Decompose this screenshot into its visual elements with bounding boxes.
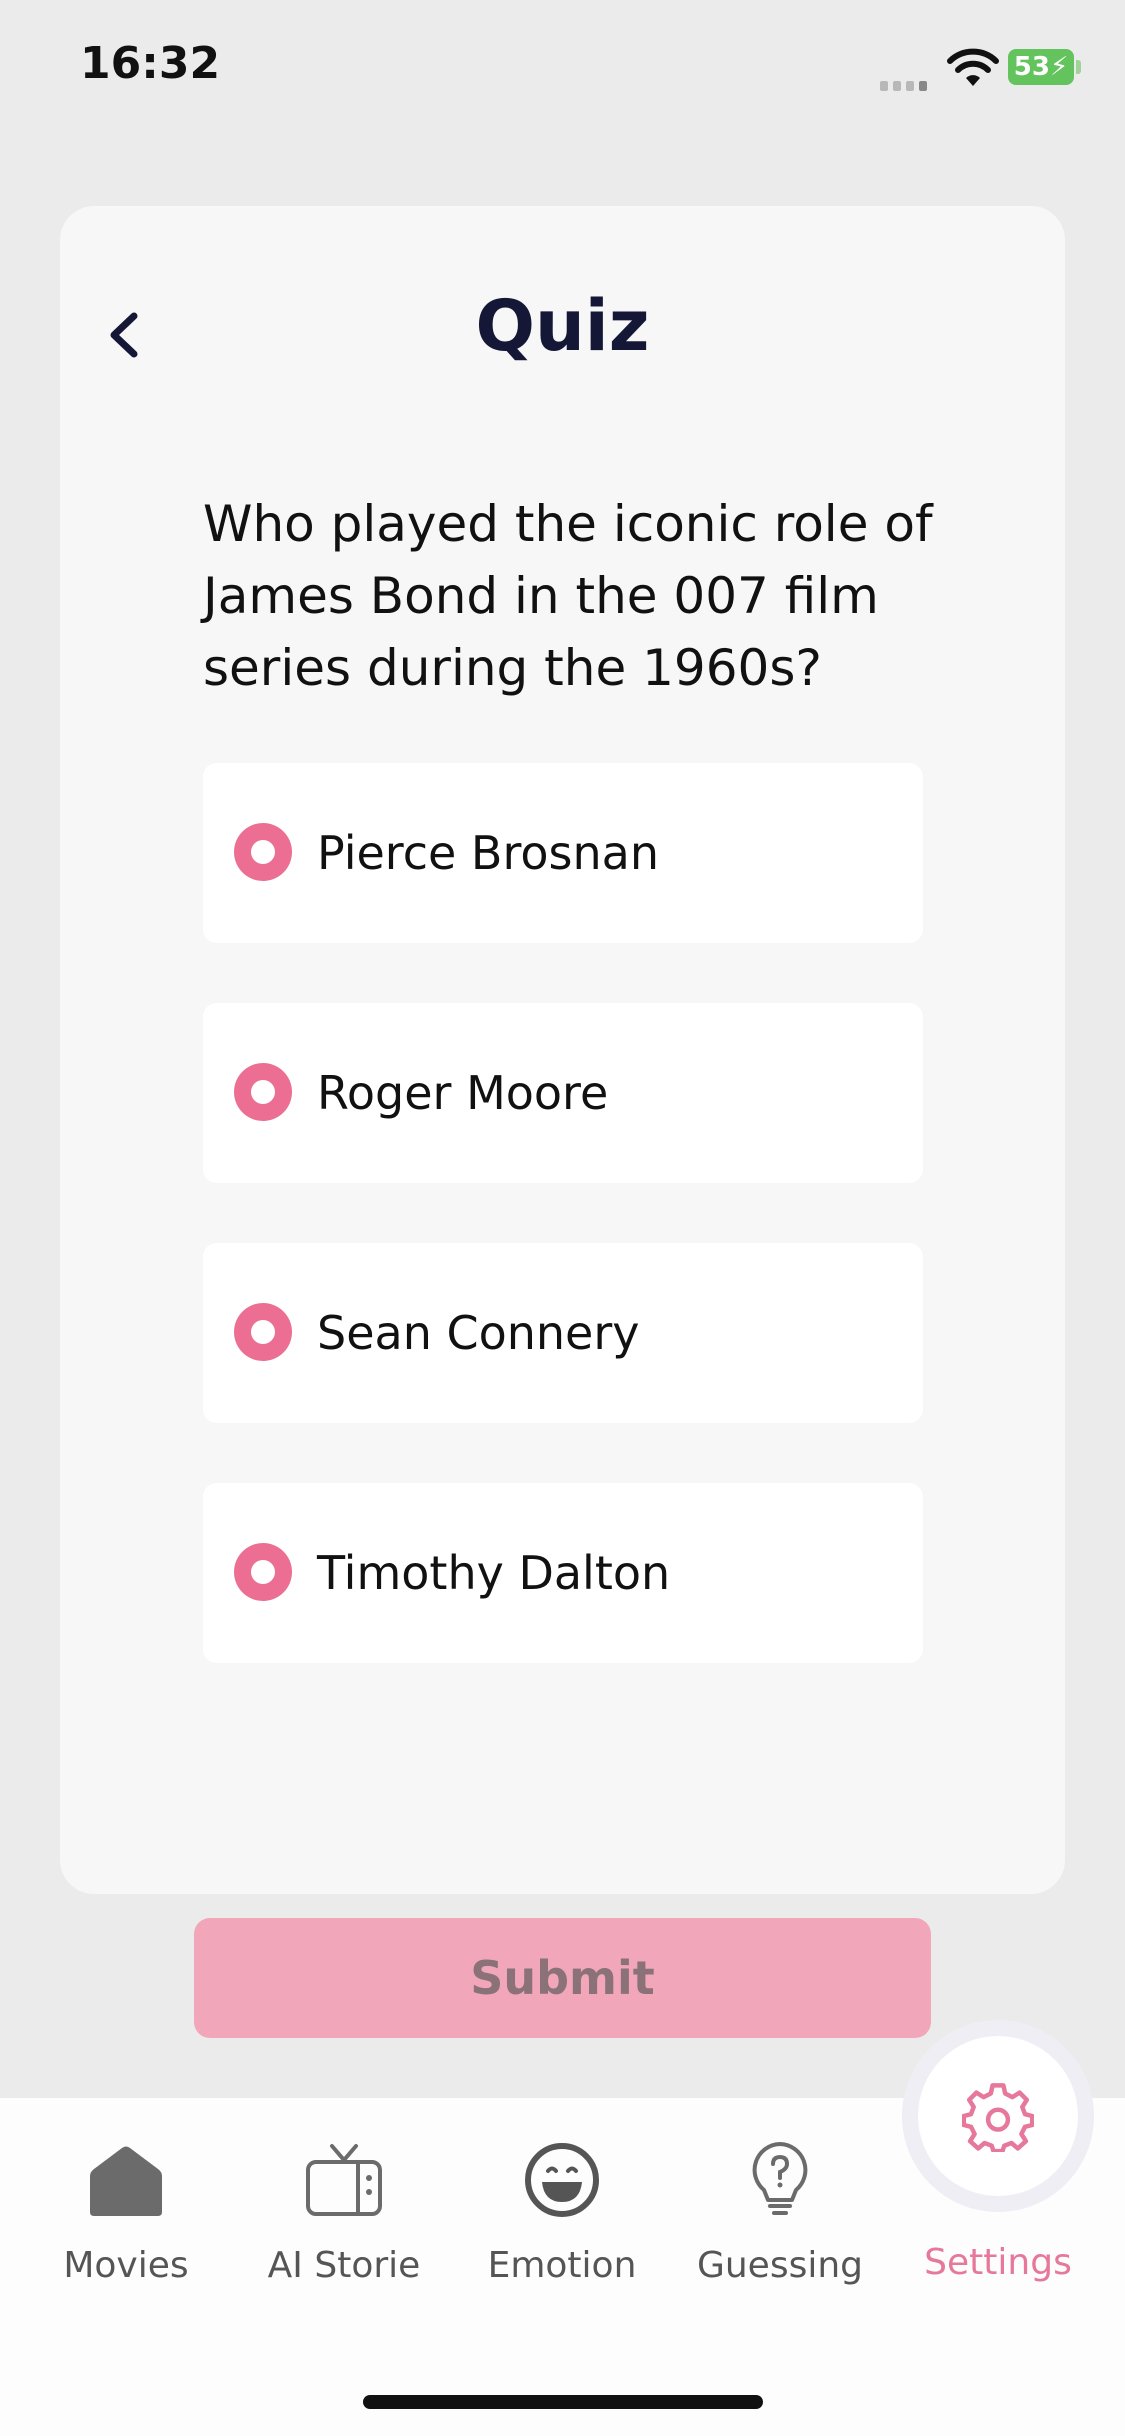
tab-emotion[interactable]: Emotion bbox=[462, 2130, 662, 2300]
gear-icon bbox=[962, 2083, 1034, 2152]
radio-icon[interactable] bbox=[234, 1543, 292, 1601]
tab-settings[interactable] bbox=[902, 2020, 1094, 2212]
battery-tip bbox=[1076, 60, 1081, 74]
battery-level: 53 bbox=[1013, 52, 1050, 82]
tv-icon bbox=[306, 2144, 382, 2216]
tab-label: Movies bbox=[63, 2245, 189, 2286]
answer-option-label: Roger Moore bbox=[317, 1066, 609, 1120]
tab-guessing[interactable]: Guessing bbox=[680, 2130, 880, 2300]
tab-label-settings: Settings bbox=[924, 2242, 1072, 2283]
answer-option-label: Sean Connery bbox=[317, 1306, 640, 1360]
radio-icon[interactable] bbox=[234, 823, 292, 881]
lightbulb-question-icon bbox=[752, 2142, 808, 2215]
answer-option[interactable]: Roger Moore bbox=[203, 1003, 923, 1183]
status-bar: 16:32 53⚡ bbox=[0, 0, 1125, 140]
wifi-icon bbox=[947, 48, 999, 86]
tab-label: Guessing bbox=[696, 2245, 864, 2286]
answer-option-label: Timothy Dalton bbox=[317, 1546, 671, 1600]
answer-option[interactable]: Timothy Dalton bbox=[203, 1483, 923, 1663]
home-indicator bbox=[363, 2395, 763, 2409]
radio-icon[interactable] bbox=[234, 1063, 292, 1121]
cellular-signal-icon bbox=[880, 72, 932, 91]
tab-label: Emotion bbox=[487, 2245, 637, 2286]
answer-option-label: Pierce Brosnan bbox=[317, 826, 659, 880]
answer-option[interactable]: Pierce Brosnan bbox=[203, 763, 923, 943]
submit-button[interactable]: Submit bbox=[194, 1918, 931, 2038]
page-title: Quiz bbox=[475, 285, 650, 367]
tab-label: AI Storie bbox=[267, 2245, 421, 2286]
tab-ai-stories[interactable]: AI Storie bbox=[244, 2130, 444, 2300]
battery-icon: 53⚡ bbox=[1008, 49, 1074, 85]
laugh-face-icon bbox=[525, 2143, 599, 2217]
radio-icon[interactable] bbox=[234, 1303, 292, 1361]
home-icon bbox=[90, 2146, 162, 2216]
quiz-question: Who played the iconic role of James Bond… bbox=[203, 495, 933, 697]
settings-button-inner[interactable] bbox=[918, 2036, 1078, 2196]
answer-option[interactable]: Sean Connery bbox=[203, 1243, 923, 1423]
status-time: 16:32 bbox=[80, 38, 221, 89]
tab-movies[interactable]: Movies bbox=[26, 2130, 226, 2300]
